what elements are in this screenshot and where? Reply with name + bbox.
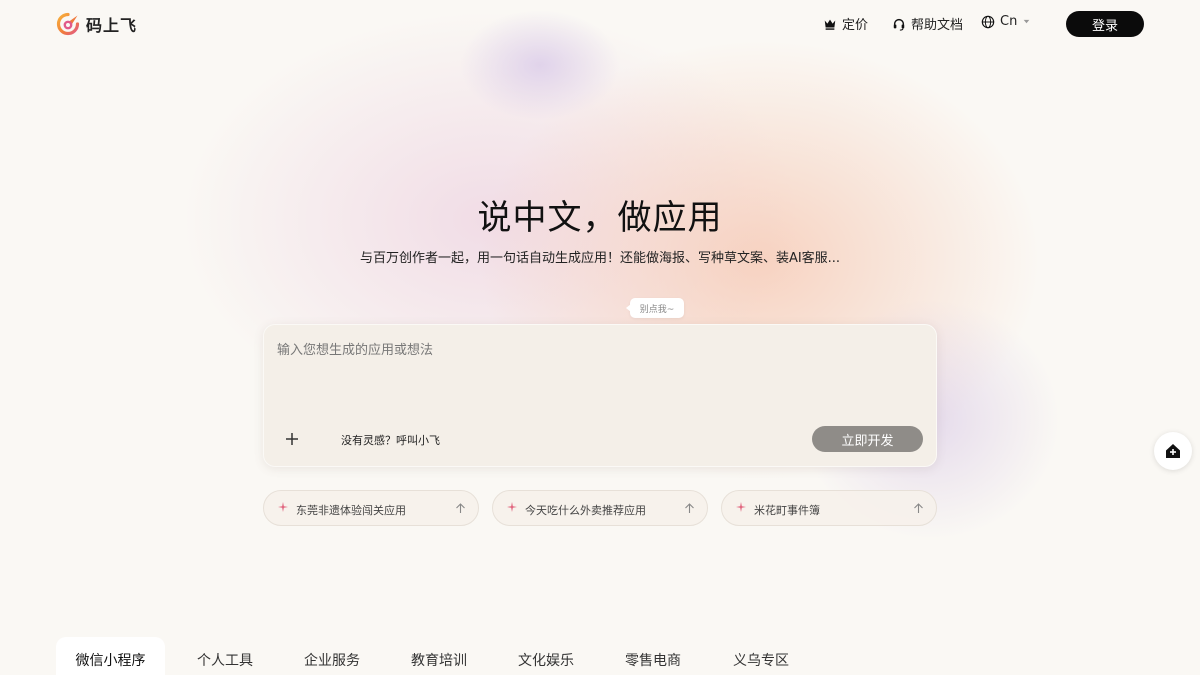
brand-logo[interactable]: 码上飞 — [56, 12, 137, 36]
brand-name: 码上飞 — [86, 16, 138, 35]
language-label: Cn — [1000, 14, 1018, 29]
nav-pricing[interactable]: 定价 — [823, 14, 868, 33]
top-header: 码上飞 定价 帮助文档 Cn 登录 — [0, 0, 1200, 48]
hero-title: 说中文，做应用 — [477, 198, 723, 238]
sparkle-icon — [507, 502, 517, 512]
tab-retail-ecommerce[interactable]: 零售电商 — [609, 637, 697, 675]
nav-help-docs[interactable]: 帮助文档 — [892, 14, 963, 33]
hero-subtitle: 与百万创作者一起，用一句话自动生成应用！还能做海报、写种草文案、装AI客服... — [359, 251, 841, 266]
tab-education[interactable]: 教育培训 — [395, 637, 483, 675]
attach-button[interactable] — [282, 429, 302, 449]
logo-icon — [56, 12, 80, 36]
tab-yiwu-zone[interactable]: 义乌专区 — [717, 637, 805, 675]
arrow-up-icon — [914, 503, 923, 513]
sparkle-icon — [278, 502, 288, 512]
suggestion-chip[interactable]: 东莞非遗体验闯关应用 — [263, 490, 479, 526]
tip-bubble[interactable]: 别点我~ — [626, 298, 684, 318]
prompt-box: 没有灵感？呼叫小飞 立即开发 — [263, 324, 937, 467]
start-develop-button[interactable]: 立即开发 — [812, 426, 923, 452]
tab-entertainment[interactable]: 文化娱乐 — [502, 637, 590, 675]
suggestion-label: 东莞非遗体验闯关应用 — [296, 504, 406, 517]
nav-docs-label: 帮助文档 — [911, 18, 964, 33]
suggestion-chip[interactable]: 米花町事件簿 — [721, 490, 937, 526]
login-button[interactable]: 登录 — [1066, 11, 1144, 37]
plus-icon — [286, 433, 298, 445]
suggestion-chip[interactable]: 今天吃什么外卖推荐应用 — [492, 490, 708, 526]
tab-personal-tools[interactable]: 个人工具 — [181, 637, 269, 675]
arrow-up-icon — [456, 503, 465, 513]
headset-icon — [893, 18, 905, 31]
tab-enterprise-services[interactable]: 企业服务 — [288, 637, 376, 675]
suggestion-label: 米花町事件簿 — [754, 504, 820, 517]
suggestion-label: 今天吃什么外卖推荐应用 — [525, 504, 646, 517]
home-plus-icon — [1166, 444, 1180, 458]
tab-wechat-miniprogram[interactable]: 微信小程序 — [56, 637, 165, 675]
sparkle-icon — [736, 502, 746, 512]
nav-pricing-label: 定价 — [842, 18, 869, 33]
caret-down-icon — [1024, 19, 1030, 24]
arrow-up-icon — [685, 503, 694, 513]
prompt-input[interactable] — [277, 339, 917, 399]
globe-icon — [981, 15, 995, 28]
crown-icon — [824, 19, 836, 30]
floating-home-button[interactable] — [1154, 432, 1192, 470]
language-selector[interactable]: Cn — [981, 14, 1031, 29]
inspiration-link[interactable]: 没有灵感？呼叫小飞 — [341, 432, 440, 448]
